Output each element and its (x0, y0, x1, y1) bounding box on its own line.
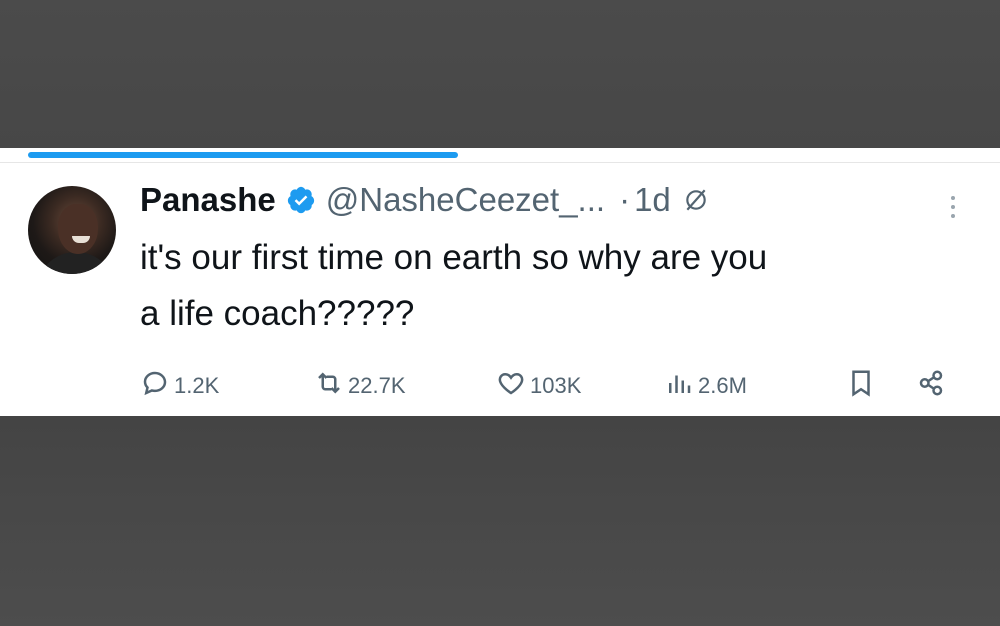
media-progress-bar (0, 148, 1000, 163)
avatar-shoulder (36, 252, 116, 274)
tweet-card[interactable]: Panashe @NasheCeezet_... · 1d it's our f… (0, 148, 1000, 416)
author-name[interactable]: Panashe (140, 181, 276, 219)
verified-badge-icon (286, 185, 316, 215)
separator-dot: · (619, 181, 631, 218)
views-button[interactable]: 2.6M (664, 368, 747, 404)
background-bottom (0, 416, 1000, 626)
share-button[interactable] (916, 368, 950, 404)
tweet-text-line: it's our first time on earth so why are … (140, 238, 768, 277)
grok-icon[interactable] (683, 187, 709, 213)
tweet-actions: 1.2K 22.7K 103K 2.6M (140, 368, 960, 404)
like-button[interactable]: 103K (496, 368, 581, 404)
tweet-header: Panashe @NasheCeezet_... · 1d (140, 180, 709, 220)
avatar[interactable] (28, 186, 116, 274)
tweet-text-line: a life coach????? (140, 294, 415, 333)
background-top (0, 0, 1000, 148)
progress-fill (28, 152, 458, 158)
reply-icon (140, 368, 174, 404)
reply-button[interactable]: 1.2K (140, 368, 219, 404)
retweet-icon (314, 368, 348, 404)
reply-count: 1.2K (174, 373, 220, 398)
share-icon (916, 368, 950, 404)
tweet-text: it's our first time on earth so why are … (140, 230, 980, 342)
bookmark-button[interactable] (846, 368, 880, 404)
bookmark-icon (846, 368, 880, 404)
more-icon[interactable] (948, 192, 958, 222)
tweet-timestamp[interactable]: 1d (634, 181, 671, 219)
retweet-button[interactable]: 22.7K (314, 368, 406, 404)
views-count: 2.6M (698, 373, 747, 398)
heart-icon (496, 368, 530, 404)
avatar-face (58, 204, 98, 254)
retweet-count: 22.7K (348, 373, 406, 398)
views-chart-icon (664, 368, 698, 404)
author-handle[interactable]: @NasheCeezet_... (326, 181, 605, 219)
like-count: 103K (530, 373, 582, 398)
